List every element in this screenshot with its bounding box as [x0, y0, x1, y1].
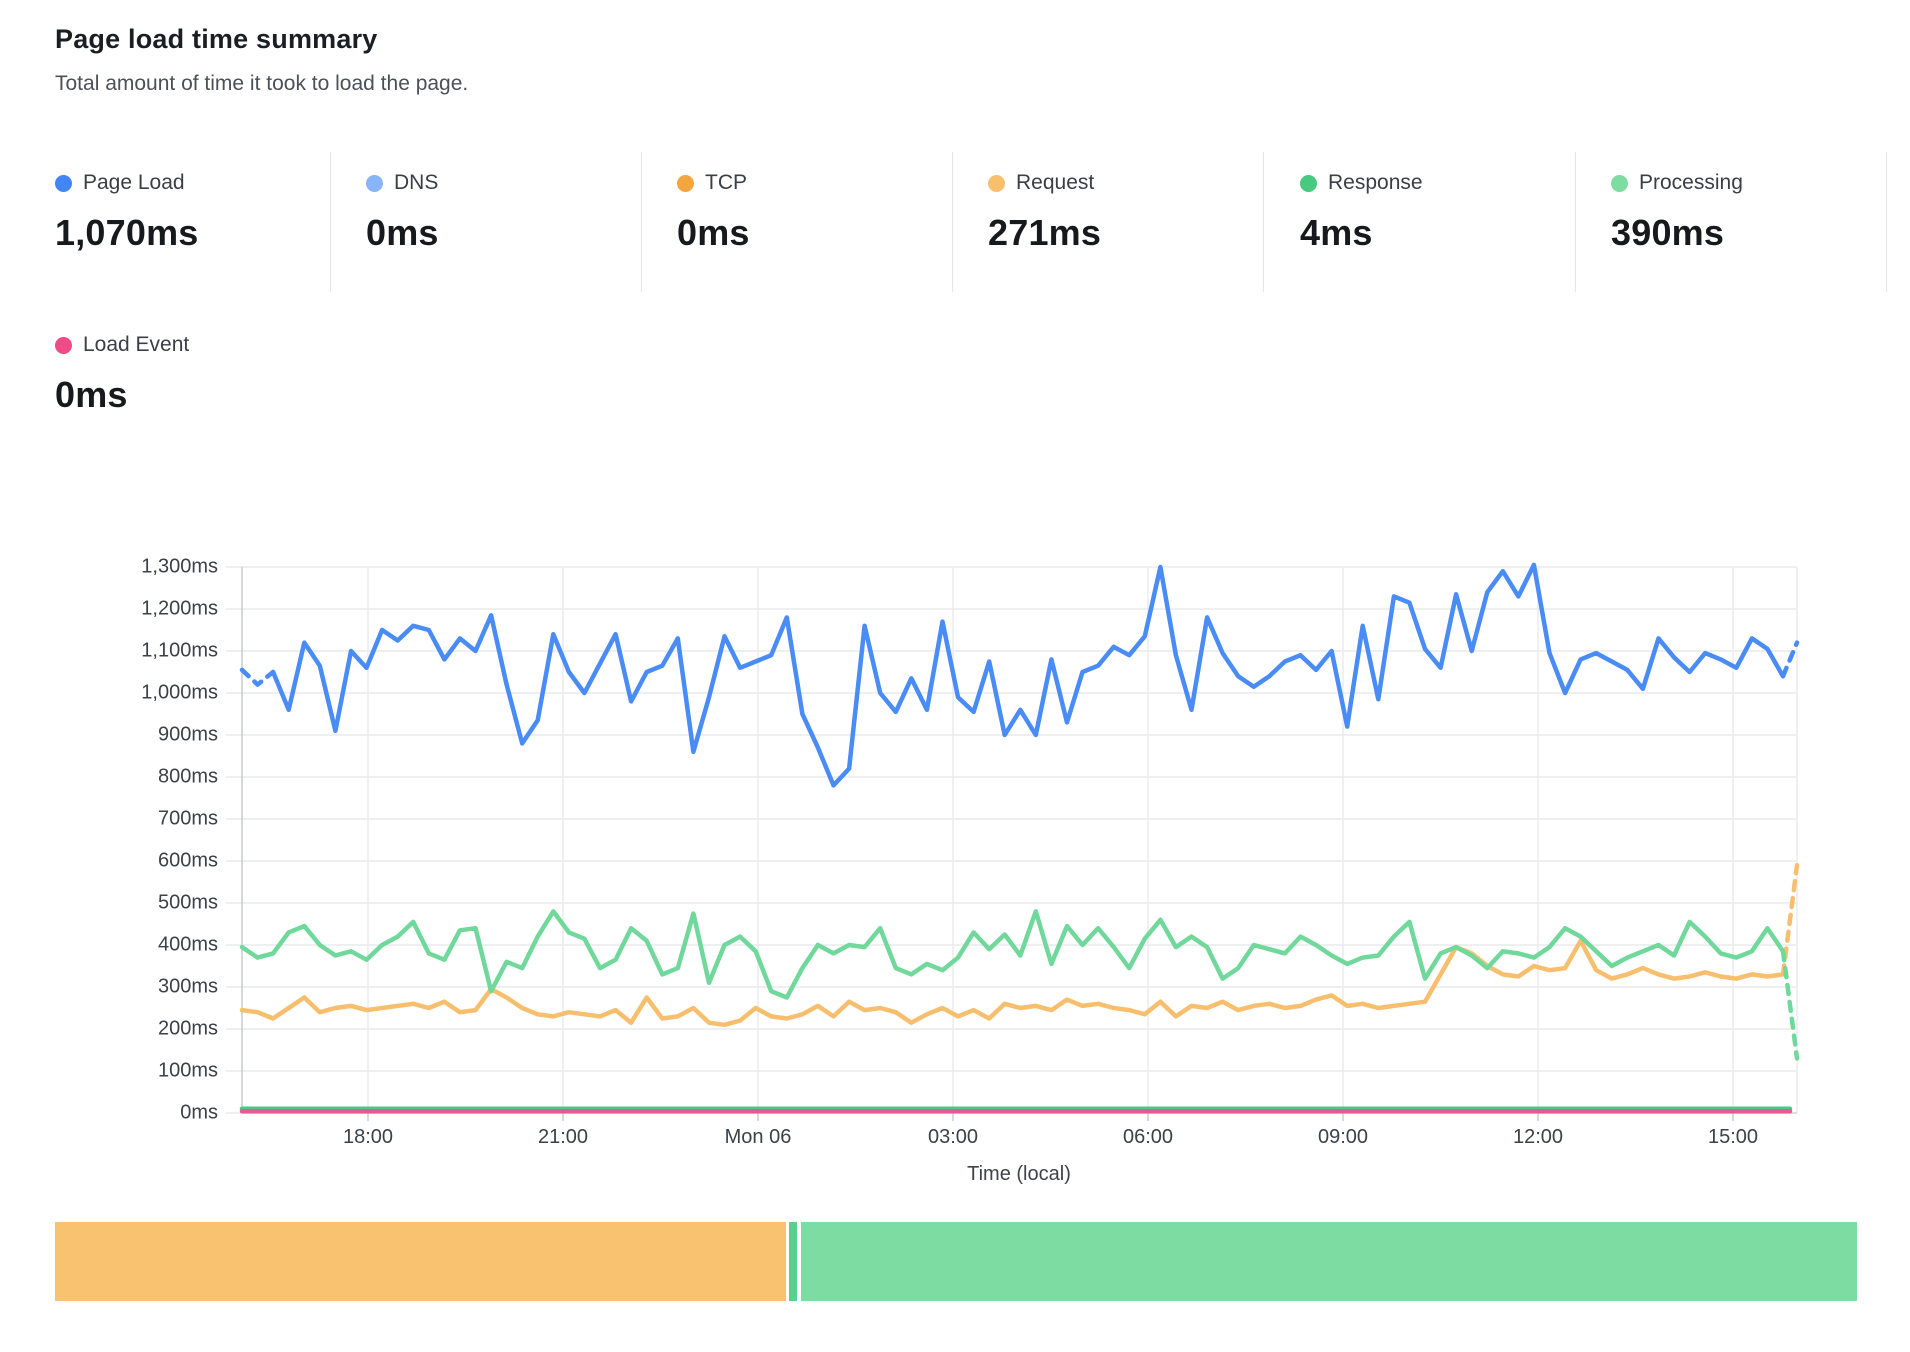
x-tick-label: 12:00: [1513, 1126, 1563, 1149]
x-tick-label: 18:00: [343, 1126, 393, 1149]
y-tick-label: 800ms: [88, 766, 218, 789]
y-tick-label: 1,000ms: [88, 682, 218, 705]
y-tick-label: 400ms: [88, 934, 218, 957]
timeline-stacked-bar[interactable]: [55, 1222, 1857, 1301]
chart-canvas: [0, 0, 1910, 1352]
y-tick-label: 200ms: [88, 1018, 218, 1041]
page-load-summary-panel: Page load time summary Total amount of t…: [0, 0, 1910, 1352]
y-tick-label: 700ms: [88, 808, 218, 831]
load-time-line-chart[interactable]: 1,300ms 1,200ms 1,100ms 1,000ms 900ms 800ms 70…: [0, 440, 1910, 1210]
x-tick-label: 06:00: [1123, 1126, 1173, 1149]
y-tick-label: 600ms: [88, 850, 218, 873]
timeline-segment-processing-span: [801, 1222, 1857, 1301]
y-tick-label: 1,300ms: [88, 556, 218, 579]
y-tick-label: 1,100ms: [88, 640, 218, 663]
x-tick-label: 03:00: [928, 1126, 978, 1149]
y-tick-label: 500ms: [88, 892, 218, 915]
y-tick-label: 900ms: [88, 724, 218, 747]
y-tick-label: 0ms: [88, 1102, 218, 1125]
timeline-segment-response-span: [789, 1222, 797, 1301]
y-tick-label: 300ms: [88, 976, 218, 999]
x-tick-label: 21:00: [538, 1126, 588, 1149]
x-tick-label: 15:00: [1708, 1126, 1758, 1149]
y-tick-label: 1,200ms: [88, 598, 218, 621]
timeline-segment-request-span: [55, 1222, 786, 1301]
x-tick-label: Mon 06: [725, 1126, 792, 1149]
y-tick-label: 100ms: [88, 1060, 218, 1083]
x-tick-label: 09:00: [1318, 1126, 1368, 1149]
x-axis-title: Time (local): [967, 1163, 1071, 1186]
